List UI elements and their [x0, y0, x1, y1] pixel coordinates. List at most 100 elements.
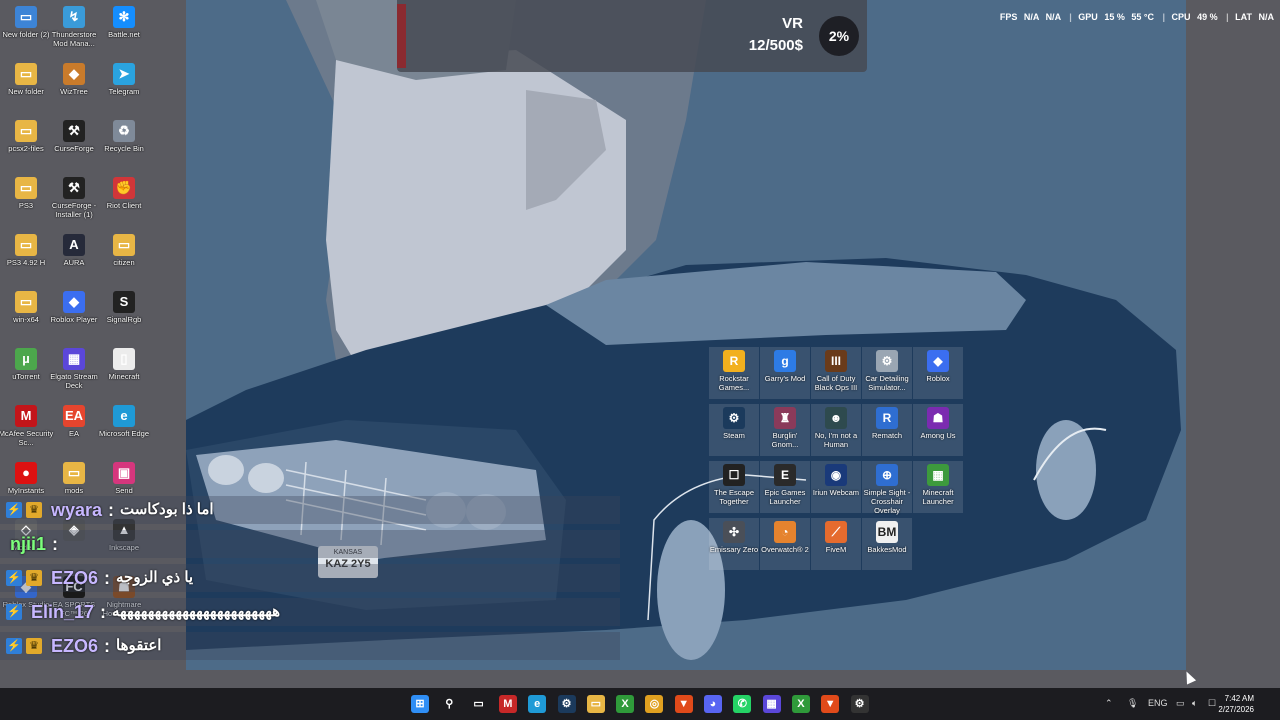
chat-separator: :: [100, 602, 106, 622]
game-shortcut[interactable]: ◔ Overwatch® 2: [760, 518, 810, 570]
vr-title: VR: [782, 15, 803, 32]
task-view-icon[interactable]: ▭: [470, 695, 488, 713]
desktop-icon[interactable]: S SignalRgb: [96, 285, 152, 324]
settings-icon[interactable]: ⚙: [850, 695, 869, 713]
crown-badge-icon: ♛: [26, 502, 42, 518]
folder-icon: ▭: [15, 291, 37, 313]
fps-value-2: N/A: [1045, 12, 1061, 22]
xbox-app-icon[interactable]: X: [791, 695, 810, 713]
desktop-icon[interactable]: ➤ Telegram: [96, 57, 152, 96]
game-shortcut[interactable]: ✣ Emissary Zero: [709, 518, 759, 570]
game-shortcut[interactable]: ☗ Among Us: [913, 404, 963, 456]
game-shortcut[interactable]: ☐ The Escape Together: [709, 461, 759, 513]
windows-start-icon[interactable]: ⊞: [411, 695, 429, 713]
myinstants-icon: ●: [15, 462, 37, 484]
steam-icon[interactable]: ⚙: [557, 695, 576, 713]
fps-value: N/A: [1023, 12, 1040, 22]
show-hidden-icons-icon[interactable]: ⌃: [1105, 698, 1113, 709]
clock-date: 2/27/2026: [1218, 705, 1254, 714]
game-shortcut[interactable]: ⚙ Steam: [709, 404, 759, 456]
search-icon[interactable]: ⚲: [440, 695, 458, 713]
system-clock[interactable]: 7:42 AM 2/27/2026: [1218, 693, 1254, 715]
desktop-icon[interactable]: ▭ mods: [46, 456, 102, 495]
desktop-icon[interactable]: ⚒ CurseForge: [46, 114, 102, 153]
chat-username: EZO6: [51, 636, 99, 656]
brave-icon[interactable]: ▼: [674, 695, 693, 713]
mystic-app-icon[interactable]: M: [498, 695, 517, 713]
game-shortcut-label: Among Us: [920, 431, 956, 440]
chat-message: ⚡ Elin_17: هههههههههههههههههههههههه: [0, 596, 620, 628]
game-shortcut[interactable]: ⟋ FiveM: [811, 518, 861, 570]
vr-goal-count: 12/500$: [748, 37, 803, 54]
desktop-icon[interactable]: ▦ Elgato Stream Deck: [46, 342, 102, 390]
microphone-icon[interactable]: 🎙︎: [1127, 698, 1138, 709]
desktop-icon-label: WizTree: [60, 87, 88, 96]
volume-icon[interactable]: 🔈︎: [1192, 698, 1197, 709]
brave-icon[interactable]: ▼: [821, 695, 840, 713]
stream-chat-overlay: ⚡ ♛ wyara: اما ذا بودكاست njii1: ⚡ ♛ EZO6: يا ذي…: [0, 494, 620, 666]
chrome-icon[interactable]: ◎: [645, 695, 664, 713]
game-shortcut-label: Call of Duty Black Ops III: [814, 374, 858, 392]
desktop-icon[interactable]: ◆ WizTree: [46, 57, 102, 96]
gpu-usage: 15 %: [1104, 12, 1125, 22]
chat-username: EZO6: [51, 568, 99, 588]
desktop-icon-label: Riot Client: [106, 201, 142, 210]
desktop-icon[interactable]: ▣ Send: [96, 456, 152, 495]
separator: |: [1162, 12, 1166, 22]
game-shortcut[interactable]: ◉ Iriun Webcam: [811, 461, 861, 513]
xbox-icon[interactable]: X: [616, 695, 635, 713]
desktop-icon[interactable]: ▯ Minecraft: [96, 342, 152, 381]
emissary-zero-icon: ✣: [723, 521, 745, 543]
discord-icon[interactable]: ◕: [704, 695, 722, 713]
desktop-icon[interactable]: A AURA: [46, 228, 102, 267]
game-shortcut[interactable]: E Epic Games Launcher: [760, 461, 810, 513]
chat-separator: :: [104, 568, 110, 588]
game-shortcut[interactable]: BM BakkesMod: [862, 518, 912, 570]
lat-label: LAT: [1235, 12, 1252, 22]
desktop-icon-label: Roblox Player: [50, 315, 98, 324]
game-shortcut[interactable]: R Rematch: [862, 404, 912, 456]
language-indicator[interactable]: ENG: [1148, 698, 1168, 708]
desktop-icon[interactable]: ✻ Battle.net: [96, 0, 152, 39]
desktop-icon[interactable]: ◆ Roblox Player: [46, 285, 102, 324]
stream-deck-icon[interactable]: ▦: [762, 695, 781, 713]
overwatch-icon: ◔: [774, 521, 796, 543]
game-shortcut-label: Burglin' Gnom...: [771, 431, 799, 449]
desktop-icon[interactable]: ⚒ CurseForge - Installer (1): [46, 171, 102, 219]
desktop-icon[interactable]: e Microsoft Edge: [96, 399, 152, 438]
game-shortcut[interactable]: ◆ Roblox: [913, 347, 963, 399]
desktop-icon[interactable]: ↯ Thunderstore Mod Mana...: [46, 0, 102, 48]
edge-icon[interactable]: e: [528, 695, 547, 713]
game-shortcut-label: Roblox: [926, 374, 950, 383]
garrys-mod-icon: g: [774, 350, 796, 372]
game-shortcut[interactable]: ♜ Burglin' Gnom...: [760, 404, 810, 456]
game-shortcut[interactable]: ☻ No, I'm not a Human: [811, 404, 861, 456]
edge-icon: e: [113, 405, 135, 427]
desktop-icon[interactable]: ▭ citizen: [96, 228, 152, 267]
epic-games-icon: E: [774, 464, 796, 486]
roblox-icon: ◆: [927, 350, 949, 372]
game-shortcut-label: FiveM: [825, 545, 847, 554]
game-shortcut[interactable]: R Rockstar Games...: [709, 347, 759, 399]
desktop-icon[interactable]: EA EA: [46, 399, 102, 438]
game-shortcut[interactable]: g Garry's Mod: [760, 347, 810, 399]
game-shortcut-label: Steam: [723, 431, 745, 440]
desktop-icon[interactable]: ✊ Riot Client: [96, 171, 152, 210]
escape-together-icon: ☐: [723, 464, 745, 486]
vr-donation-widget: VR 12/500$ 2%: [397, 0, 867, 72]
network-icon[interactable]: ▭: [1176, 698, 1185, 709]
game-shortcut[interactable]: ▦ Minecraft Launcher: [913, 461, 963, 513]
game-shortcut[interactable]: III Call of Duty Black Ops III: [811, 347, 861, 399]
file-explorer-icon[interactable]: ▭: [586, 695, 605, 713]
vr-percent-badge: 2%: [819, 16, 859, 56]
notifications-icon[interactable]: ☐: [1208, 698, 1216, 709]
chat-separator: :: [104, 636, 110, 656]
game-shortcut[interactable]: ⊕ Simple Sight - Crosshair Overlay: [862, 461, 912, 515]
folder-icon: ▭: [15, 63, 37, 85]
crosshair-icon: ⊕: [876, 464, 898, 486]
desktop-icon[interactable]: ♻ Recycle Bin: [96, 114, 152, 153]
game-shortcut[interactable]: ⚙ Car Detailing Simulator...: [862, 347, 912, 399]
desktop-icon-label: Thunderstore Mod Mana...: [51, 30, 97, 48]
whatsapp-icon[interactable]: ✆: [733, 695, 752, 713]
chat-username: Elin_17: [31, 602, 95, 622]
